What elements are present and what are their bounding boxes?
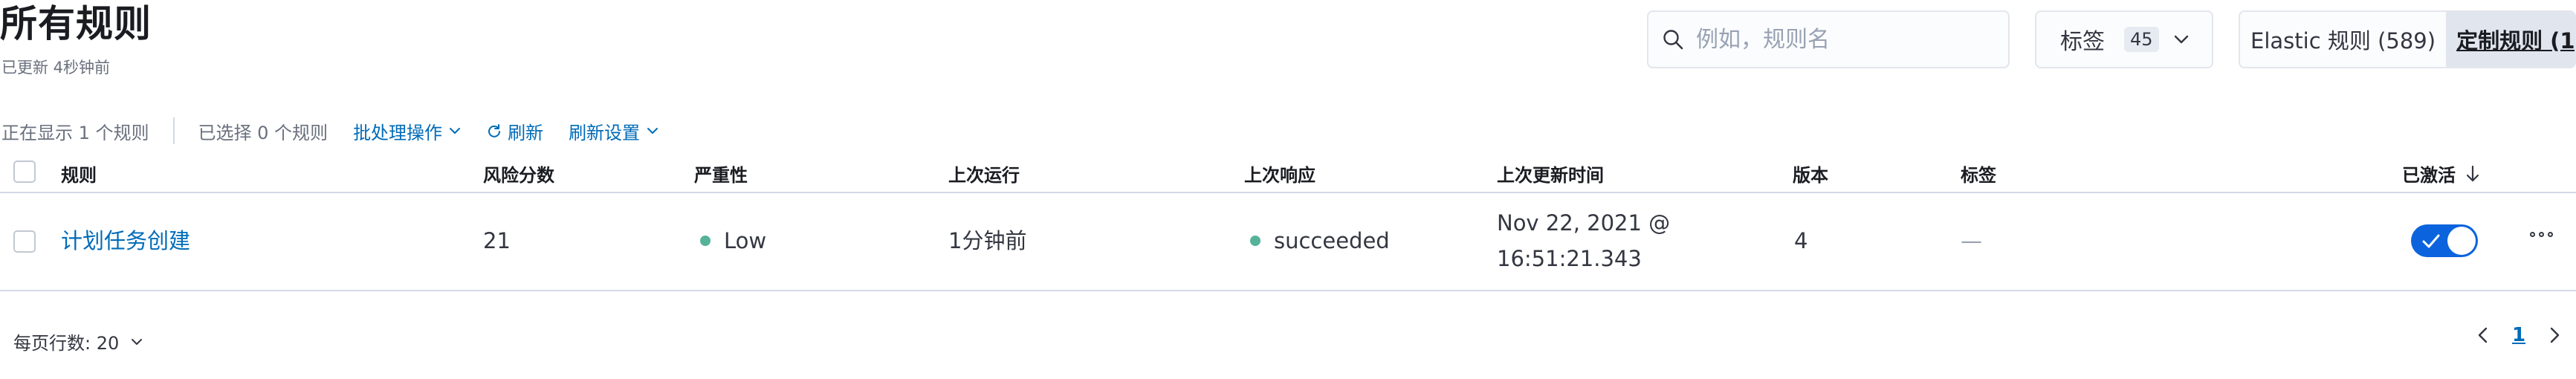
bulk-actions-label: 批处理操作: [353, 122, 443, 143]
search-icon: [1662, 28, 1684, 51]
last-response-cell: succeeded: [1250, 223, 1390, 259]
last-run-cell: 1分钟前: [948, 228, 1027, 253]
column-header-last-response[interactable]: 上次响应: [1244, 161, 1315, 187]
next-page-button[interactable]: [2546, 325, 2563, 345]
last-updated-text: 已更新 4秒钟前: [1, 59, 111, 77]
column-header-last-updated[interactable]: 上次更新时间: [1497, 161, 1604, 187]
check-icon: [2421, 232, 2441, 250]
tags-filter-button[interactable]: 标签 45: [2035, 10, 2213, 68]
activated-header-label: 已激活: [2402, 165, 2456, 186]
search-input[interactable]: [1695, 25, 1980, 54]
last-updated-time: 16:51:21.343: [1497, 246, 1642, 271]
risk-score-cell: 21: [483, 228, 511, 253]
sort-arrow-down-icon: [2465, 165, 2481, 183]
refresh-settings-button[interactable]: 刷新设置: [569, 118, 659, 144]
refresh-settings-label: 刷新设置: [569, 122, 641, 143]
dot-icon: [2548, 232, 2553, 237]
toggle-knob: [2447, 227, 2476, 255]
chevron-down-icon: [2172, 30, 2190, 48]
chevron-down-icon: [129, 334, 144, 349]
column-header-last-run[interactable]: 上次运行: [948, 161, 1020, 187]
row-checkbox[interactable]: [13, 230, 36, 253]
showing-count-text: 正在显示 1 个规则: [1, 122, 149, 143]
bulk-actions-button[interactable]: 批处理操作: [353, 118, 462, 144]
column-header-risk-score[interactable]: 风险分数: [483, 161, 554, 187]
rule-name-link[interactable]: 计划任务创建: [61, 223, 190, 259]
column-header-severity[interactable]: 严重性: [694, 161, 748, 187]
page-title: 所有规则: [0, 2, 152, 45]
tags-cell: —: [1961, 228, 1982, 253]
elastic-rules-tab[interactable]: Elastic 规则 (589): [2240, 12, 2446, 67]
rule-source-toggle: Elastic 规则 (589) 定制规则 (1): [2239, 10, 2576, 68]
severity-cell: Low: [700, 223, 766, 259]
column-header-tags: 标签: [1961, 165, 1996, 186]
version-cell: 4: [1794, 228, 1808, 253]
last-updated-date: Nov 22, 2021 @: [1497, 210, 1671, 236]
dot-icon: [2530, 232, 2535, 237]
table-body: 计划任务创建 21 Low 1分钟前 succeeded Nov 22, 202…: [0, 193, 2576, 291]
page-number-button[interactable]: 1: [2512, 324, 2525, 346]
previous-page-button[interactable]: [2475, 325, 2491, 345]
chevron-down-icon: [646, 124, 659, 137]
severity-dot-icon: [700, 236, 711, 246]
refresh-icon: [487, 123, 502, 138]
activated-toggle[interactable]: [2411, 224, 2478, 257]
last-response-label: succeeded: [1274, 228, 1390, 253]
table-header: 规则 风险分数 严重性 上次运行 上次响应 上次更新时间 版本 标签 已激活: [0, 152, 2576, 193]
status-dot-icon: [1250, 236, 1261, 246]
tags-filter-label: 标签: [2060, 29, 2105, 55]
column-header-activated[interactable]: 已激活: [2402, 161, 2481, 187]
row-actions-button[interactable]: [2530, 232, 2553, 237]
rows-per-page-label: 每页行数: 20: [13, 333, 120, 354]
severity-label: Low: [724, 228, 767, 253]
chevron-left-icon: [2478, 327, 2488, 343]
tags-count-badge: 45: [2124, 27, 2159, 52]
rules-table: 规则 风险分数 严重性 上次运行 上次响应 上次更新时间 版本 标签 已激活 计…: [0, 152, 2576, 291]
utility-bar: 正在显示 1 个规则 已选择 0 个规则 批处理操作 刷新 刷新设置: [1, 117, 659, 144]
search-box[interactable]: [1647, 10, 2010, 68]
dot-icon: [2539, 232, 2544, 237]
select-all-checkbox[interactable]: [13, 161, 36, 183]
table-row: 计划任务创建 21 Low 1分钟前 succeeded Nov 22, 202…: [0, 193, 2576, 291]
divider: [172, 117, 175, 144]
column-header-version[interactable]: 版本: [1793, 161, 1828, 187]
rows-per-page-button[interactable]: 每页行数: 20: [13, 328, 144, 354]
selected-count-text: 已选择 0 个规则: [198, 122, 329, 143]
refresh-button[interactable]: 刷新: [487, 118, 543, 144]
refresh-label: 刷新: [508, 122, 544, 143]
chevron-right-icon: [2550, 327, 2560, 343]
column-header-rule[interactable]: 规则: [61, 161, 97, 187]
custom-rules-tab[interactable]: 定制规则 (1): [2446, 12, 2575, 67]
chevron-down-icon: [448, 124, 462, 137]
last-updated-cell: Nov 22, 2021 @ 16:51:21.343: [1497, 205, 1670, 276]
pagination: 1: [2475, 324, 2563, 346]
